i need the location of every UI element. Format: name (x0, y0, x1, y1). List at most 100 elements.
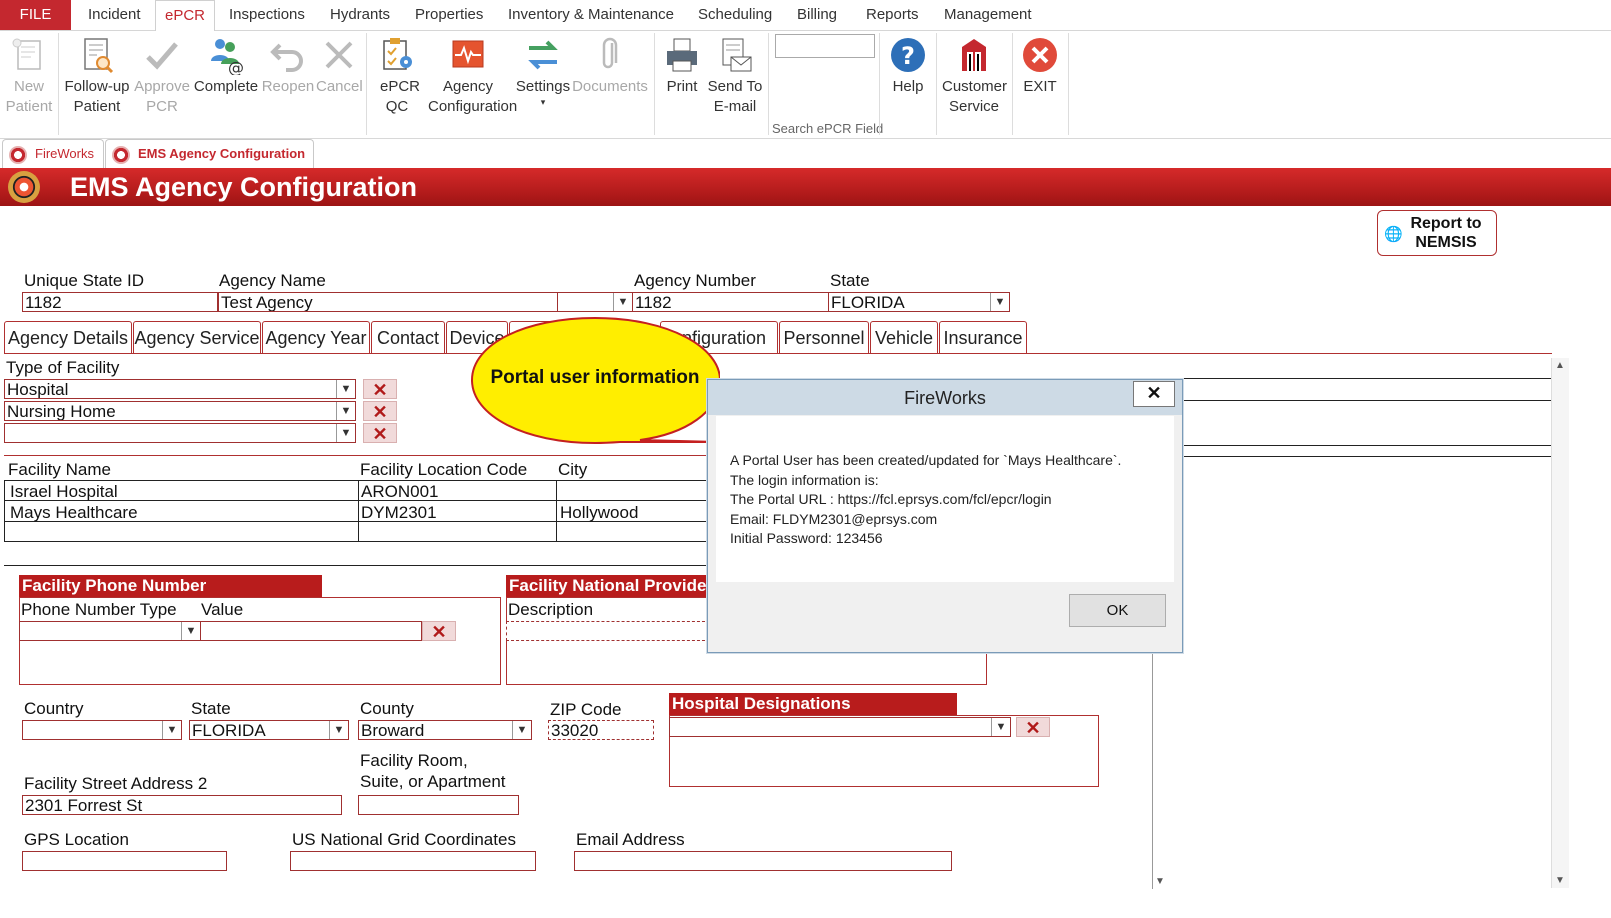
chevron-down-icon[interactable]: ▼ (336, 402, 355, 420)
country-select[interactable] (22, 720, 182, 740)
approve-pcr-button[interactable]: Approve PCR (133, 35, 191, 117)
tab-contact[interactable]: Contact (371, 321, 445, 353)
fireworks-logo-icon (962, 39, 986, 71)
search-epcr-field-input[interactable] (775, 34, 875, 58)
table-cell-facility-name[interactable]: Mays Healthcare (10, 503, 138, 523)
tab-agency-year[interactable]: Agency Year (262, 321, 370, 353)
divider-line (4, 455, 714, 456)
menu-reports[interactable]: Reports (866, 0, 919, 30)
chevron-down-icon[interactable]: ▼ (336, 380, 355, 398)
facility-national-provider-header: Facility National Provide (506, 575, 710, 597)
close-icon[interactable]: ✕ (1133, 381, 1175, 407)
delete-row-button[interactable]: ✕ (422, 621, 456, 642)
agency-configuration-button[interactable]: Agency Configuration (422, 35, 517, 117)
zip-code-label: ZIP Code (550, 700, 622, 719)
tab-agency-details[interactable]: Agency Details (4, 321, 132, 353)
report-to-nemsis-button[interactable]: 🌐 Report to NEMSIS (1377, 210, 1497, 256)
facility-room-field[interactable] (358, 795, 519, 815)
tab-personnel[interactable]: Personnel (779, 321, 869, 353)
dialog-title: FireWorks (708, 380, 1182, 415)
facility-street-address-2-field[interactable]: 2301 Forrest St (22, 795, 342, 815)
epcr-qc-button[interactable]: ePCR QC (374, 35, 420, 117)
chevron-down-icon[interactable]: ▼ (990, 293, 1009, 311)
table-cell-facility-name[interactable]: Israel Hospital (10, 482, 118, 502)
tab-fireworks[interactable]: FireWorks (2, 139, 104, 168)
menu-billing[interactable]: Billing (797, 0, 837, 30)
menu-incident[interactable]: Incident (88, 0, 141, 30)
delete-row-button[interactable]: ✕ (363, 379, 397, 400)
facility-type-row[interactable]: Nursing Home (4, 401, 356, 421)
facility-type-row[interactable]: Hospital (4, 379, 356, 399)
menu-epcr[interactable]: ePCR (155, 0, 215, 32)
description-field[interactable] (506, 621, 710, 641)
tab-panel-border (4, 353, 1552, 354)
chevron-down-icon[interactable]: ▼ (181, 622, 200, 640)
gps-location-field[interactable] (22, 851, 227, 871)
table-cell-city[interactable]: Hollywood (560, 503, 638, 523)
delete-row-button[interactable]: ✕ (363, 423, 397, 444)
tab-insurance[interactable]: Insurance (939, 321, 1027, 353)
help-button[interactable]: ? Help (886, 35, 930, 97)
chevron-down-icon[interactable]: ▼ (336, 424, 355, 442)
reopen-button[interactable]: Reopen (261, 35, 315, 97)
agency-name-field[interactable]: Test Agency (218, 292, 558, 312)
tab-agency-service[interactable]: Agency Service (133, 321, 261, 353)
cancel-button[interactable]: Cancel (316, 35, 363, 97)
menu-properties[interactable]: Properties (415, 0, 483, 30)
delete-row-button[interactable]: ✕ (363, 401, 397, 422)
ok-button[interactable]: OK (1069, 594, 1166, 627)
inner-scrollbar[interactable]: ▼ (1152, 651, 1171, 889)
table-cell-location-code[interactable]: DYM2301 (361, 503, 437, 523)
complete-button[interactable]: @ Complete (193, 35, 259, 97)
table-col-divider (358, 480, 359, 542)
new-patient-button[interactable]: New Patient (4, 35, 54, 117)
hospital-designation-select[interactable] (669, 717, 1011, 737)
follow-up-patient-button[interactable]: Follow-up Patient (62, 35, 132, 117)
customer-service-button[interactable]: Customer Service (940, 35, 1008, 117)
documents-button[interactable]: Documents (572, 35, 648, 97)
tab-ems-agency-configuration[interactable]: EMS Agency Configuration (105, 139, 314, 168)
us-national-grid-label: US National Grid Coordinates (292, 830, 516, 849)
chevron-down-icon[interactable]: ▼ (329, 721, 348, 739)
facility-room-label-2: Suite, or Apartment (360, 772, 506, 791)
send-to-email-button[interactable]: Send To E-mail (706, 35, 764, 117)
scroll-down-icon[interactable]: ▼ (1155, 876, 1165, 887)
delete-row-button[interactable]: ✕ (1016, 717, 1050, 738)
document-tabs: FireWorks EMS Agency Configuration (0, 139, 1611, 168)
menu-file[interactable]: FILE (0, 0, 71, 30)
menu-inventory-maintenance[interactable]: Inventory & Maintenance (508, 0, 674, 30)
menu-management[interactable]: Management (944, 0, 1032, 30)
unique-state-id-field[interactable]: 1182 (22, 292, 218, 312)
chevron-down-icon[interactable]: ▼ (991, 718, 1010, 736)
phone-value-field[interactable] (200, 621, 422, 641)
scroll-up-icon[interactable]: ▲ (1555, 360, 1565, 371)
settings-dropdown-icon[interactable]: ▾ (515, 97, 571, 107)
chevron-down-icon[interactable]: ▼ (613, 293, 632, 311)
page-scrollbar[interactable]: ▲ ▼ (1551, 358, 1569, 888)
chevron-down-icon[interactable]: ▼ (512, 721, 531, 739)
county-select[interactable]: Broward (358, 720, 532, 740)
table-cell-location-code[interactable]: ARON001 (361, 482, 438, 502)
tab-ems-agency-configuration-label: EMS Agency Configuration (138, 146, 306, 161)
facility-street-address-2-label: Facility Street Address 2 (24, 774, 208, 793)
zip-code-field[interactable]: 33020 (548, 720, 654, 740)
menu-inspections[interactable]: Inspections (229, 0, 305, 30)
phone-number-type-select[interactable] (19, 621, 201, 641)
us-national-grid-field[interactable] (290, 851, 536, 871)
city-header: City (558, 460, 588, 479)
chevron-down-icon[interactable]: ▼ (162, 721, 181, 739)
exit-button[interactable]: EXIT (1018, 35, 1062, 97)
menu-hydrants[interactable]: Hydrants (330, 0, 390, 30)
facility-type-row[interactable] (4, 423, 356, 443)
email-address-field[interactable] (574, 851, 952, 871)
table-col-divider (556, 480, 557, 542)
tab-vehicle[interactable]: Vehicle (870, 321, 938, 353)
address-state-label: State (191, 699, 231, 718)
settings-button[interactable]: Settings ▾ (515, 35, 571, 107)
menu-scheduling[interactable]: Scheduling (698, 0, 772, 30)
address-state-select[interactable]: FLORIDA (189, 720, 349, 740)
agency-number-field[interactable]: 1182 (632, 292, 830, 312)
print-button[interactable]: Print (660, 35, 704, 97)
state-select[interactable]: FLORIDA (828, 292, 1010, 312)
scroll-down-icon[interactable]: ▼ (1555, 875, 1565, 886)
